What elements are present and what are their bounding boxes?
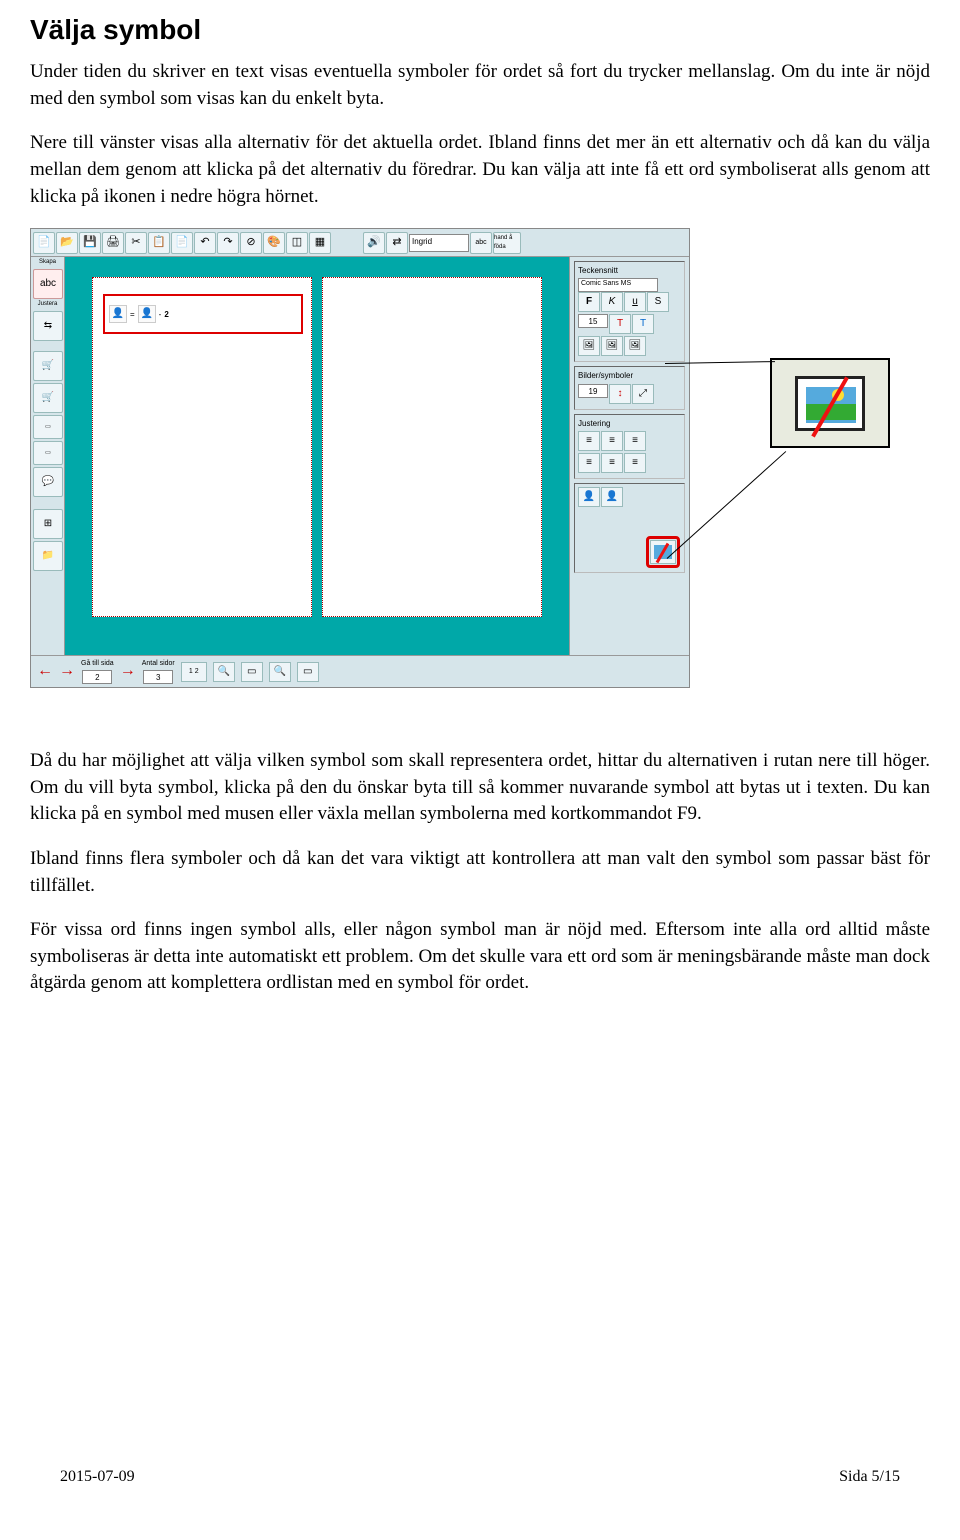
symbol-alt-2[interactable]: 👤 bbox=[601, 487, 623, 507]
active-text-frame[interactable]: 👤 = 👤 - 2 bbox=[103, 294, 303, 334]
page-right[interactable] bbox=[322, 277, 542, 617]
img-scale-button[interactable]: ⤢ bbox=[632, 384, 654, 404]
goto-page-label: Gå till sida bbox=[81, 659, 114, 669]
img-arrow-button[interactable]: ↕ bbox=[609, 384, 631, 404]
italic-button[interactable]: K bbox=[601, 292, 623, 312]
justera-button[interactable]: ⇆ bbox=[33, 311, 63, 341]
another-arrow[interactable]: → bbox=[120, 660, 136, 682]
open-icon[interactable]: 📂 bbox=[56, 232, 78, 254]
alignment-group: Justering ≡ ≡ ≡ ≡ ≡ ≡ bbox=[574, 414, 685, 479]
app-screenshot: 📄 📂 💾 🖨 ✂ 📋 📄 ↶ ↷ ⊘ 🎨 ◫ ▦ 🔊 ⇄ Ingrid abc… bbox=[30, 228, 930, 708]
goto-page-input[interactable]: 2 bbox=[82, 670, 112, 684]
font-label: Teckensnitt bbox=[578, 265, 681, 276]
strike-button[interactable]: S bbox=[647, 292, 669, 312]
image-group: Bilder/symboler 19 ↕ ⤢ bbox=[574, 366, 685, 409]
font-size-input[interactable]: 15 bbox=[578, 314, 608, 328]
paragraph-5: För vissa ord finns ingen symbol alls, e… bbox=[30, 917, 930, 997]
align-left-button[interactable]: ≡ bbox=[578, 431, 600, 451]
symbol-2-icon: 👤 bbox=[138, 305, 156, 323]
symbol-alt-1[interactable]: 👤 bbox=[578, 487, 600, 507]
sound-icon[interactable]: 🔊 bbox=[363, 232, 385, 254]
copy-icon[interactable]: 📋 bbox=[148, 232, 170, 254]
underline-button[interactable]: u bbox=[624, 292, 646, 312]
zoom-fit-button[interactable]: ▭ bbox=[241, 662, 263, 682]
font-dropdown[interactable]: Comic Sans MS bbox=[578, 278, 658, 292]
align-center-button[interactable]: ≡ bbox=[601, 431, 623, 451]
upplos-button-2[interactable]: ▭ bbox=[33, 441, 63, 465]
paste-icon[interactable]: 📄 bbox=[171, 232, 193, 254]
undo-icon[interactable]: ↶ bbox=[194, 232, 216, 254]
text-color-button[interactable]: T bbox=[609, 314, 631, 334]
text-highlight-button[interactable]: T bbox=[632, 314, 654, 334]
alignment-label: Justering bbox=[578, 418, 681, 429]
cut-icon[interactable]: ✂ bbox=[125, 232, 147, 254]
print-icon[interactable]: 🖨 bbox=[102, 232, 124, 254]
paragraph-2: Nere till vänster visas alla alternativ … bbox=[30, 130, 930, 210]
zoom-reset-button[interactable]: ▭ bbox=[297, 662, 319, 682]
right-properties-panel: Teckensnitt Comic Sans MS F K u S 15 T T bbox=[569, 257, 689, 657]
redo-icon[interactable]: ↷ bbox=[217, 232, 239, 254]
skapa-button[interactable]: abc bbox=[33, 269, 63, 299]
bottom-status-bar: ← → Gå till sida 2 → Antal sidor 3 1 2 🔍… bbox=[31, 655, 689, 687]
valign-top-button[interactable]: ≡ bbox=[578, 453, 600, 473]
image-size-input[interactable]: 19 bbox=[578, 384, 608, 398]
valign-bot-button[interactable]: ≡ bbox=[624, 453, 646, 473]
skapa-label: Skapa bbox=[33, 259, 62, 265]
main-toolbar: 📄 📂 💾 🖨 ✂ 📋 📄 ↶ ↷ ⊘ 🎨 ◫ ▦ 🔊 ⇄ Ingrid abc… bbox=[31, 229, 689, 257]
page-layout-button[interactable]: 1 2 bbox=[181, 662, 207, 682]
dash-sign: - bbox=[159, 309, 162, 320]
page-title: Välja symbol bbox=[30, 10, 930, 49]
arrows-icon[interactable]: ⇄ bbox=[386, 232, 408, 254]
next-page-button[interactable]: → bbox=[59, 660, 75, 682]
page-left[interactable]: 👤 = 👤 - 2 bbox=[92, 277, 312, 617]
vagn-button-2[interactable]: 🛒 bbox=[33, 383, 63, 413]
check-abc-icon[interactable]: abc bbox=[470, 232, 492, 254]
hand-label-icon[interactable]: hand å föda bbox=[493, 232, 521, 254]
folder-button[interactable]: 📁 bbox=[33, 541, 63, 571]
valign-mid-button[interactable]: ≡ bbox=[601, 453, 623, 473]
vagn-button-1[interactable]: 🛒 bbox=[33, 351, 63, 381]
left-sidebar: Skapa abc Justera ⇆ 🛒 🛒 ▭ ▭ 💬 ⊞ 📁 bbox=[31, 257, 65, 657]
paragraph-3: Då du har möjlighet att välja vilken sym… bbox=[30, 748, 930, 828]
pic-btn-2[interactable]: 🖼 bbox=[601, 336, 623, 356]
footer-date: 2015-07-09 bbox=[60, 1466, 135, 1488]
eq-sign: = bbox=[130, 309, 135, 320]
misc-button-1[interactable]: ⊞ bbox=[33, 509, 63, 539]
pagecount-value: 3 bbox=[143, 670, 173, 684]
pagecount-label: Antal sidor bbox=[142, 659, 175, 669]
zoom-in-button[interactable]: 🔍 bbox=[213, 662, 235, 682]
symbol-chooser: 👤 👤 bbox=[574, 483, 685, 573]
font-group: Teckensnitt Comic Sans MS F K u S 15 T T bbox=[574, 261, 685, 362]
canvas-area: 👤 = 👤 - 2 bbox=[65, 257, 569, 657]
no-symbol-icon-large bbox=[795, 376, 865, 431]
number-two: 2 bbox=[164, 309, 168, 320]
user-dropdown[interactable]: Ingrid bbox=[409, 234, 469, 252]
paragraph-4: Ibland finns flera symboler och då kan d… bbox=[30, 846, 930, 899]
pic-btn-1[interactable]: 🖼 bbox=[578, 336, 600, 356]
application-window: 📄 📂 💾 🖨 ✂ 📋 📄 ↶ ↷ ⊘ 🎨 ◫ ▦ 🔊 ⇄ Ingrid abc… bbox=[30, 228, 690, 688]
no-symbol-icon[interactable]: ⊘ bbox=[240, 232, 262, 254]
squares-icon[interactable]: ◫ bbox=[286, 232, 308, 254]
footer-page: Sida 5/15 bbox=[839, 1466, 900, 1488]
image-label: Bilder/symboler bbox=[578, 370, 681, 381]
bold-button[interactable]: F bbox=[578, 292, 600, 312]
paragraph-1: Under tiden du skriver en text visas eve… bbox=[30, 59, 930, 112]
pic-btn-3[interactable]: 🖼 bbox=[624, 336, 646, 356]
grid-icon[interactable]: ▦ bbox=[309, 232, 331, 254]
save-icon[interactable]: 💾 bbox=[79, 232, 101, 254]
speech-button[interactable]: 💬 bbox=[33, 467, 63, 497]
page-footer: 2015-07-09 Sida 5/15 bbox=[60, 1466, 900, 1488]
align-right-button[interactable]: ≡ bbox=[624, 431, 646, 451]
upplos-button-1[interactable]: ▭ bbox=[33, 415, 63, 439]
justera-label: Justera bbox=[33, 301, 62, 307]
zoom-out-button[interactable]: 🔍 bbox=[269, 662, 291, 682]
palette-icon[interactable]: 🎨 bbox=[263, 232, 285, 254]
callout-zoom bbox=[770, 358, 890, 448]
symbol-1-icon: 👤 bbox=[109, 305, 127, 323]
new-icon[interactable]: 📄 bbox=[33, 232, 55, 254]
prev-page-button[interactable]: ← bbox=[37, 660, 53, 682]
